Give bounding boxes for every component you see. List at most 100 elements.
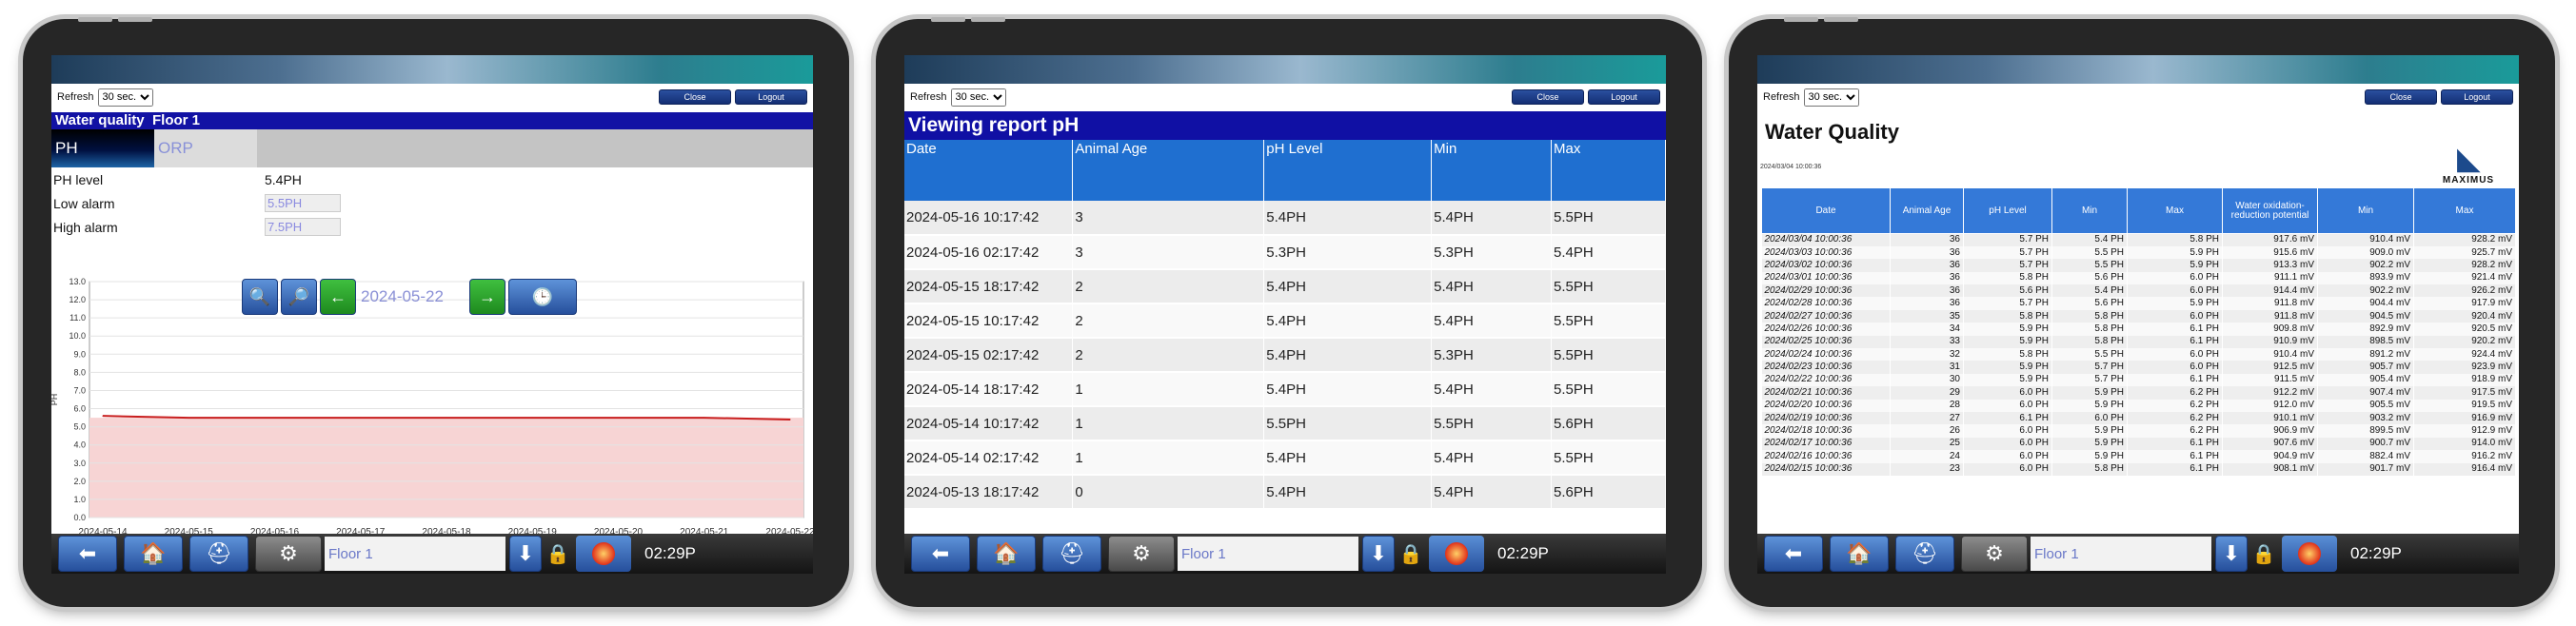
logout-button[interactable]: Logout xyxy=(735,89,807,105)
table-cell: 36 xyxy=(1890,271,1964,285)
table-cell: 911.5 mV xyxy=(2222,373,2318,387)
table-cell: 920.4 mV xyxy=(2413,309,2516,323)
download-icon[interactable]: ⬇ xyxy=(2215,536,2248,572)
table-cell: 2024-05-16 02:17:42 xyxy=(904,235,1074,270)
high-alarm-field[interactable]: 7.5PH xyxy=(265,218,341,236)
tab-ph[interactable]: PH xyxy=(51,129,154,167)
refresh-select[interactable]: 30 sec. xyxy=(97,88,153,107)
table-row: 2024/02/17 10:00:36 25 6.0 PH 5.9 PH 6.1 PH 9… xyxy=(1761,437,2516,451)
logout-button[interactable]: Logout xyxy=(1588,89,1660,105)
refresh-select[interactable]: 30 sec. xyxy=(1803,88,1859,107)
report-title: Viewing report pH xyxy=(904,111,1666,140)
table-cell: 899.5 mV xyxy=(2317,424,2414,438)
table-cell: 2024/02/25 10:00:36 xyxy=(1761,335,1891,349)
table-cell: 2024-05-14 10:17:42 xyxy=(904,406,1074,441)
home-icon[interactable]: 🏠 xyxy=(977,536,1036,572)
table-cell: 5.7 PH xyxy=(1963,233,2052,246)
download-icon[interactable]: ⬇ xyxy=(509,536,542,572)
download-icon[interactable]: ⬇ xyxy=(1362,536,1395,572)
y-tick-label: 10.0 xyxy=(69,331,86,341)
data-point xyxy=(789,419,791,421)
footer-bar: ⬅ 🏠 ⛑ ⚙ Floor 1 ⬇ 🔒 02:29P xyxy=(1757,534,2519,574)
y-tick-label: 12.0 xyxy=(69,295,86,304)
table-cell: 893.9 mV xyxy=(2317,271,2414,285)
table-row: 2024-05-14 10:17:42 1 5.5PH 5.5PH 5.6PH xyxy=(904,406,1666,441)
low-alarm-label: Low alarm xyxy=(53,195,115,211)
data-point xyxy=(703,417,705,419)
table-cell: 5.4PH xyxy=(1431,303,1553,339)
home-icon[interactable]: 🏠 xyxy=(1830,536,1889,572)
close-button[interactable]: Close xyxy=(2365,89,2437,105)
settings-gear-icon[interactable]: ⚙ xyxy=(1961,536,2028,572)
table-cell: 916.2 mV xyxy=(2413,450,2516,463)
table-cell: 920.5 mV xyxy=(2413,323,2516,336)
back-arrow-icon[interactable]: ⬅ xyxy=(58,536,117,572)
table-cell: 5.4PH xyxy=(1263,269,1433,304)
water-quality-table: Date Animal Age pH Level Min Max Water oxidat… xyxy=(1761,187,2516,476)
data-point xyxy=(360,417,362,419)
alarm-light-icon[interactable] xyxy=(576,536,631,572)
home-icon[interactable]: 🏠 xyxy=(124,536,183,572)
settings-gear-icon[interactable]: ⚙ xyxy=(255,536,322,572)
logout-button[interactable]: Logout xyxy=(2441,89,2513,105)
footer-bar: ⬅ 🏠 ⛑ ⚙ Floor 1 ⬇ 🔒 02:29P xyxy=(904,534,1666,574)
table-cell: 5.4PH xyxy=(1263,303,1433,339)
refresh-select[interactable]: 30 sec. xyxy=(950,88,1006,107)
table-cell: 6.0 PH xyxy=(1963,450,2052,463)
table-cell: 5.5PH xyxy=(1551,338,1666,373)
table-row: 2024/02/26 10:00:36 34 5.9 PH 5.8 PH 6.1 PH 9… xyxy=(1761,323,2516,336)
table-row: 2024/03/03 10:00:36 36 5.7 PH 5.5 PH 5.9 PH 9… xyxy=(1761,245,2516,260)
high-alarm-label: High alarm xyxy=(53,219,118,235)
table-cell: 923.9 mV xyxy=(2413,361,2516,374)
table-cell: 906.9 mV xyxy=(2222,424,2318,438)
column-header: Min xyxy=(2317,187,2414,234)
table-cell: 2024/02/16 10:00:36 xyxy=(1761,450,1891,463)
alarm-light-icon[interactable] xyxy=(1429,536,1484,572)
data-point xyxy=(102,415,104,417)
table-row: 2024/03/02 10:00:36 36 5.7 PH 5.5 PH 5.9 PH 9… xyxy=(1761,259,2516,272)
logo-mark-icon: ◣ xyxy=(2457,144,2480,175)
table-cell: 911.1 mV xyxy=(2222,271,2318,285)
table-cell: 6.0 PH xyxy=(2127,348,2223,362)
table-cell: 5.8 PH xyxy=(2051,462,2128,476)
y-tick-label: 4.0 xyxy=(73,440,86,450)
back-arrow-icon[interactable]: ⬅ xyxy=(911,536,970,572)
floor-selector[interactable]: Floor 1 xyxy=(1178,537,1358,571)
lock-icon[interactable]: 🔒 xyxy=(544,536,572,572)
arrow-left-icon[interactable]: ← xyxy=(320,279,356,315)
zoom-in-icon[interactable]: 🔍 xyxy=(242,279,278,315)
lifebuoy-icon[interactable]: ⛑ xyxy=(1042,536,1101,572)
back-arrow-icon[interactable]: ⬅ xyxy=(1764,536,1823,572)
floor-selector[interactable]: Floor 1 xyxy=(2031,537,2211,571)
table-cell: 917.6 mV xyxy=(2222,233,2318,246)
low-alarm-field[interactable]: 5.5PH xyxy=(265,194,341,212)
table-cell: 5.9 PH xyxy=(1963,323,2052,336)
floor-selector[interactable]: Floor 1 xyxy=(325,537,505,571)
close-button[interactable]: Close xyxy=(659,89,731,105)
table-cell: 901.7 mV xyxy=(2317,462,2414,476)
table-cell: 910.9 mV xyxy=(2222,335,2318,349)
lifebuoy-icon[interactable]: ⛑ xyxy=(1895,536,1954,572)
table-cell: 914.4 mV xyxy=(2222,284,2318,298)
table-cell: 6.0 PH xyxy=(1963,424,2052,438)
table-cell: 2024-05-16 10:17:42 xyxy=(904,201,1074,236)
table-row: 2024/02/28 10:00:36 36 5.7 PH 5.6 PH 5.9 PH 9… xyxy=(1761,297,2516,310)
table-cell: 5.5PH xyxy=(1551,201,1666,236)
table-row: 2024-05-13 18:17:42 0 5.4PH 5.4PH 5.6PH xyxy=(904,475,1666,510)
zoom-out-icon[interactable]: 🔎 xyxy=(281,279,317,315)
arrow-right-icon[interactable]: → xyxy=(469,279,505,315)
lock-icon[interactable]: 🔒 xyxy=(1397,536,1425,572)
lifebuoy-icon[interactable]: ⛑ xyxy=(189,536,248,572)
alarm-light-icon[interactable] xyxy=(2282,536,2337,572)
table-cell: 2024/03/02 10:00:36 xyxy=(1761,259,1891,272)
tab-orp[interactable]: ORP xyxy=(154,129,257,167)
table-cell: 5.5 PH xyxy=(2051,245,2128,260)
clock-icon[interactable]: 🕒 xyxy=(508,279,577,315)
close-button[interactable]: Close xyxy=(1512,89,1584,105)
y-tick-label: 0.0 xyxy=(73,513,86,522)
settings-gear-icon[interactable]: ⚙ xyxy=(1108,536,1175,572)
data-point xyxy=(617,417,620,419)
report-title: Water Quality xyxy=(1765,120,1899,144)
table-cell: 1 xyxy=(1072,406,1265,441)
lock-icon[interactable]: 🔒 xyxy=(2249,536,2278,572)
